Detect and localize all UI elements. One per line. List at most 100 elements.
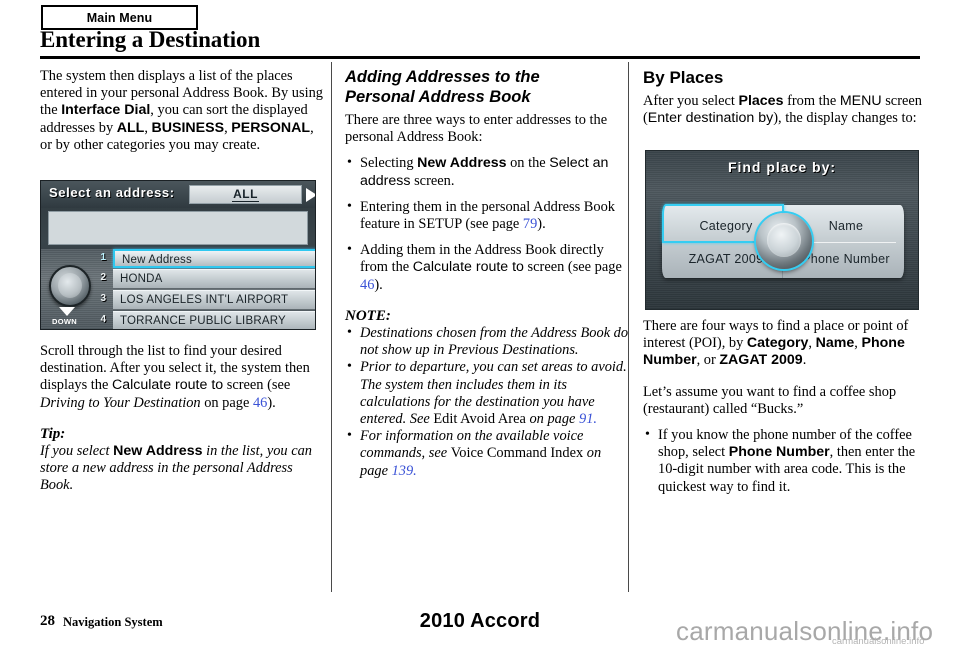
list-item: Selecting New Address on the Select an a… [345, 154, 629, 189]
col1-business-term: BUSINESS [151, 119, 225, 136]
list-item: Destinations chosen from the Address Boo… [345, 324, 629, 359]
down-label: DOWN [52, 317, 77, 326]
address-row-1-plate: New Address [113, 249, 315, 268]
address-row-2-label: HONDA [120, 273, 163, 285]
address-filter-value: ALL [232, 187, 259, 202]
col2-voice-command-index: Voice Command Index [450, 445, 584, 462]
list-item: Entering them in the personal Address Bo… [345, 198, 629, 233]
col3-intro: After you select Places from the MENU sc… [643, 93, 927, 127]
col1-calculate-route-term: Calculate route to [111, 377, 224, 394]
col3-ways-sep-1: , [808, 335, 816, 352]
col3-bullet-list: If you know the phone number of the coff… [643, 426, 927, 496]
col3-enter-destination-term: Enter destination by [647, 110, 774, 127]
col2-b1-post: screen. [410, 172, 455, 189]
address-row-3-number: 3 [100, 293, 106, 304]
col2-b2-pre: Entering them in the personal Address Bo… [360, 198, 615, 233]
col2-b3-post: ). [374, 276, 383, 293]
column-2: Adding Addresses to the Personal Address… [345, 68, 629, 480]
interface-dial-knob-icon[interactable] [756, 213, 812, 269]
col1-sep-1: , [144, 119, 152, 136]
address-row-4[interactable]: 4 TORRANCE PUBLIC LIBRARY [93, 311, 315, 329]
select-address-title: Select an address: [49, 185, 175, 200]
address-row-1[interactable]: 1 New Address [93, 249, 315, 268]
column-1: The system then displays a list of the p… [40, 68, 324, 154]
col1-page-ref-46[interactable]: 46 [253, 395, 267, 411]
col3-intro-text-1: After you select [643, 93, 739, 109]
col1-scroll-text-3: on page [200, 394, 253, 411]
col3-intro-text-2: from the [783, 93, 840, 109]
column-3: By Places After you select Places from t… [643, 68, 927, 127]
list-item: Adding them in the Address Book directly… [345, 241, 629, 294]
col2-b2-post: ). [537, 216, 546, 233]
col3-gap-3 [643, 418, 927, 427]
address-row-2-plate: HONDA [113, 269, 315, 288]
col3-ways-text-end: . [802, 352, 807, 369]
col2-page-ref-139[interactable]: 139. [392, 463, 417, 479]
address-preview-field [48, 211, 308, 245]
address-row-1-number: 1 [100, 252, 106, 263]
list-item: Prior to departure, you can set areas to… [345, 358, 629, 428]
col2-note-list: Destinations chosen from the Address Boo… [345, 324, 629, 480]
select-address-screen: Select an address: ALL DOWN 1 New Addres… [40, 180, 316, 330]
col2-b1-new-address: New Address [417, 155, 507, 172]
watermark-secondary: carmanualsonline.info [832, 636, 925, 647]
title-rule [40, 56, 920, 59]
list-item: For information on the available voice c… [345, 427, 629, 480]
col3-category-term: Category [746, 335, 809, 352]
col2-note-heading: NOTE: [345, 307, 391, 324]
col2-b3-mid: screen (see page [523, 259, 622, 276]
col3-assume-paragraph: Let’s assume you want to find a coffee s… [643, 383, 897, 417]
address-row-2[interactable]: 2 HONDA [93, 269, 315, 288]
col3-intro-text-4: ), the display changes to: [773, 110, 917, 127]
col2-page-ref-46[interactable]: 46 [360, 277, 374, 293]
find-place-by-screen: Find place by: Category Name ZAGAT 2009 … [645, 150, 919, 310]
col2-gap-2 [345, 146, 629, 155]
address-filter-field[interactable]: ALL [189, 185, 302, 204]
column-3-continued: There are four ways to find a place or p… [643, 318, 927, 505]
address-row-2-number: 2 [100, 272, 106, 283]
col1-gap [40, 412, 324, 426]
col2-b1-mid: on the [506, 155, 550, 172]
col3-menu-term: MENU [839, 93, 882, 109]
col1-all-term: ALL [116, 119, 145, 136]
col3-ways-sep-3: , or [696, 352, 720, 369]
col2-note-1: Destinations chosen from the Address Boo… [360, 325, 629, 359]
address-list: DOWN 1 New Address 2 HONDA 3 LOS ANGELES… [41, 249, 315, 329]
col2-heading: Adding Addresses to the Personal Address… [345, 68, 629, 107]
col3-places-term: Places [738, 93, 784, 109]
find-place-option-name[interactable]: Name [796, 219, 896, 233]
col2-b3-calculate-route: Calculate route to [412, 259, 524, 276]
address-rows: 1 New Address 2 HONDA 3 LOS ANGELES INT'… [93, 249, 315, 329]
col1-driving-ref: Driving to Your Destination [40, 394, 201, 411]
interface-dial-knob-icon[interactable] [49, 265, 91, 307]
col2-intro: There are three ways to enter addresses … [345, 112, 608, 146]
col1-tip-paragraph: If you select New Address in the list, y… [40, 443, 324, 495]
col1-tip-text-1: If you select [40, 443, 114, 460]
find-place-by-title: Find place by: [727, 159, 837, 175]
right-arrow-icon[interactable] [306, 188, 315, 202]
col3-heading: By Places [643, 68, 724, 87]
col3-ways-paragraph: There are four ways to find a place or p… [643, 318, 927, 370]
find-place-option-phone-number[interactable]: Phone Number [796, 252, 896, 266]
col1-personal-term: PERSONAL [231, 119, 311, 136]
column-1-continued: Scroll through the list to find your des… [40, 343, 324, 495]
col2-page-ref-79[interactable]: 79 [523, 216, 537, 232]
address-row-1-label: New Address [122, 254, 192, 266]
col3-gap-2 [643, 370, 927, 384]
down-arrow-icon[interactable] [59, 307, 75, 316]
col2-bullet-list: Selecting New Address on the Select an a… [345, 154, 629, 294]
address-row-3-plate: LOS ANGELES INT'L AIRPORT [113, 290, 315, 309]
col1-scroll-paragraph: Scroll through the list to find your des… [40, 343, 324, 412]
address-row-4-plate: TORRANCE PUBLIC LIBRARY [113, 311, 315, 329]
address-row-3-label: LOS ANGELES INT'L AIRPORT [120, 294, 289, 306]
col3-name-term: Name [815, 335, 855, 352]
page-title: Entering a Destination [40, 27, 261, 52]
col1-new-address-term: New Address [113, 443, 203, 460]
address-row-3[interactable]: 3 LOS ANGELES INT'L AIRPORT [93, 290, 315, 309]
col2-edit-avoid-area: Edit Avoid Area [433, 411, 526, 428]
address-row-4-label: TORRANCE PUBLIC LIBRARY [120, 315, 286, 327]
col1-interface-dial-term: Interface Dial [61, 102, 151, 119]
col1-intro-paragraph: The system then displays a list of the p… [40, 68, 324, 154]
col2-page-ref-91[interactable]: 91. [579, 411, 597, 427]
manual-page: Main Menu Entering a Destination The sys… [0, 0, 960, 655]
